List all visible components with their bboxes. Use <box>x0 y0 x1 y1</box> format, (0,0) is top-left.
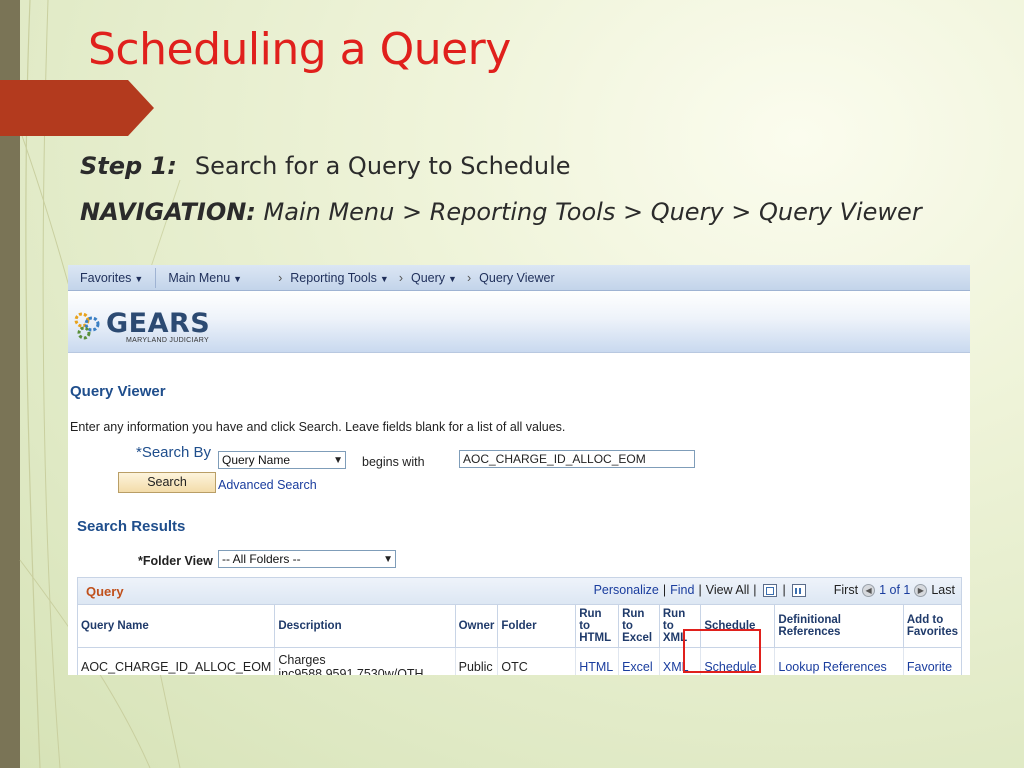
chevron-down-icon: ▼ <box>383 554 393 565</box>
col-query-name: Query Name <box>78 604 276 648</box>
col-run-to-html: Run to HTML <box>575 604 620 648</box>
run-excel-link[interactable]: Excel <box>618 647 660 675</box>
logo-subtext: MARYLAND JUDICIARY <box>126 337 209 344</box>
cell-owner: Public <box>455 647 499 675</box>
chevron-down-icon: ▼ <box>233 273 243 284</box>
zoom-grid-icon[interactable] <box>762 583 777 597</box>
search-by-select[interactable]: Query Name ▼ <box>218 451 346 469</box>
chevron-down-icon: ▼ <box>134 273 144 284</box>
table-header-row: Query Name Description Owner Folder Run … <box>78 604 961 648</box>
page-title: Query Viewer <box>70 383 166 400</box>
grid-toolbar: Personalize | Find | View All | | First ◀ 1… <box>594 583 955 597</box>
chevron-down-icon: ▼ <box>448 273 457 284</box>
cell-query-name: AOC_CHARGE_ID_ALLOC_EOM <box>78 647 276 675</box>
last-link[interactable]: Last <box>931 583 955 597</box>
favorites-label: Favorites <box>80 270 132 285</box>
download-grid-icon[interactable] <box>791 583 806 597</box>
search-button[interactable]: Search <box>118 472 216 493</box>
slide-title: Scheduling a Query <box>88 24 511 75</box>
top-navbar: Favorites ▼ Main Menu ▼ › Reporting Tools ▼… <box>68 265 970 291</box>
run-html-link[interactable]: HTML <box>575 647 620 675</box>
navigation-line: NAVIGATION: Main Menu > Reporting Tools … <box>80 198 922 226</box>
col-description: Description <box>274 604 456 648</box>
next-icon[interactable]: ▶ <box>914 583 928 597</box>
title-accent-arrow <box>0 80 154 136</box>
app-header: GEARS MARYLAND JUDICIARY <box>68 291 970 353</box>
search-results-title: Search Results <box>77 518 186 535</box>
gears-logo: GEARS MARYLAND JUDICIARY <box>72 308 211 344</box>
main-menu-label: Main Menu <box>168 270 231 285</box>
col-owner: Owner <box>455 604 499 648</box>
main-menu[interactable]: Main Menu ▼ <box>156 271 254 285</box>
step-line: Step 1: Search for a Query to Schedule <box>80 152 571 180</box>
favorite-link[interactable]: Favorite <box>903 647 961 675</box>
chevron-right-icon: › <box>278 270 283 285</box>
col-run-to-excel: Run to Excel <box>618 604 660 648</box>
folder-view-label: *Folder View <box>138 554 213 568</box>
gears-logo-icon <box>74 312 100 340</box>
page-range: 1 of 1 <box>879 583 911 597</box>
divider: | <box>753 583 757 597</box>
search-by-value: Query Name <box>222 453 291 467</box>
col-folder: Folder <box>497 604 577 648</box>
navigation-path: Main Menu > Reporting Tools > Query > Qu… <box>255 198 922 226</box>
col-add-to-favorites: Add to Favorites <box>903 604 961 648</box>
search-input[interactable]: AOC_CHARGE_ID_ALLOC_EOM <box>459 450 695 468</box>
grid-header: Query Personalize | Find | View All | | Fir… <box>78 578 961 604</box>
schedule-highlight-box <box>683 629 761 673</box>
breadcrumb-query-viewer[interactable]: Query Viewer <box>479 271 555 285</box>
folder-view-select[interactable]: -- All Folders -- ▼ <box>218 550 396 568</box>
step-text: Search for a Query to Schedule <box>194 152 571 180</box>
divider: | <box>662 583 667 597</box>
cell-description: Charges inc9588,9591,7530w/OTH <box>274 647 456 675</box>
grid-title: Query <box>86 583 124 599</box>
cell-folder: OTC <box>497 647 577 675</box>
favorites-menu[interactable]: Favorites ▼ <box>68 271 155 285</box>
reporting-tools-label: Reporting Tools <box>290 270 377 285</box>
lookup-references-link[interactable]: Lookup References <box>774 647 904 675</box>
results-table: Query Name Description Owner Folder Run … <box>78 604 961 675</box>
view-all-link[interactable]: View All <box>706 583 750 597</box>
divider: | <box>782 583 786 597</box>
query-label: Query <box>411 270 446 285</box>
personalize-link[interactable]: Personalize <box>594 583 659 597</box>
table-row: AOC_CHARGE_ID_ALLOC_EOM Charges inc9588,… <box>78 647 961 675</box>
breadcrumb-query[interactable]: Query ▼ <box>411 271 457 285</box>
search-by-label: *Search By <box>136 444 212 461</box>
results-grid: Query Personalize | Find | View All | | Fir… <box>77 577 962 675</box>
breadcrumb-reporting-tools[interactable]: Reporting Tools ▼ <box>290 271 389 285</box>
peoplesoft-screenshot: Favorites ▼ Main Menu ▼ › Reporting Tools ▼… <box>68 265 970 675</box>
logo-text: GEARS <box>106 308 211 339</box>
first-link[interactable]: First <box>834 583 858 597</box>
divider: | <box>698 583 702 597</box>
find-link[interactable]: Find <box>670 583 694 597</box>
chevron-down-icon: ▼ <box>333 455 343 466</box>
chevron-right-icon: › <box>466 270 472 285</box>
chevron-down-icon: ▼ <box>379 273 389 284</box>
previous-icon[interactable]: ◀ <box>862 583 876 597</box>
chevron-right-icon: › <box>398 270 403 285</box>
page-instructions: Enter any information you have and click… <box>70 420 566 434</box>
col-definitional-references: Definitional References <box>774 604 904 648</box>
advanced-search-link[interactable]: Advanced Search <box>218 478 317 492</box>
breadcrumb: › Reporting Tools ▼ › Query ▼ › Query View… <box>260 271 555 285</box>
folder-view-value: -- All Folders -- <box>222 552 301 566</box>
navigation-label: NAVIGATION: <box>80 198 256 226</box>
step-label: Step 1: <box>80 152 177 180</box>
begins-with-label: begins with <box>362 455 425 469</box>
